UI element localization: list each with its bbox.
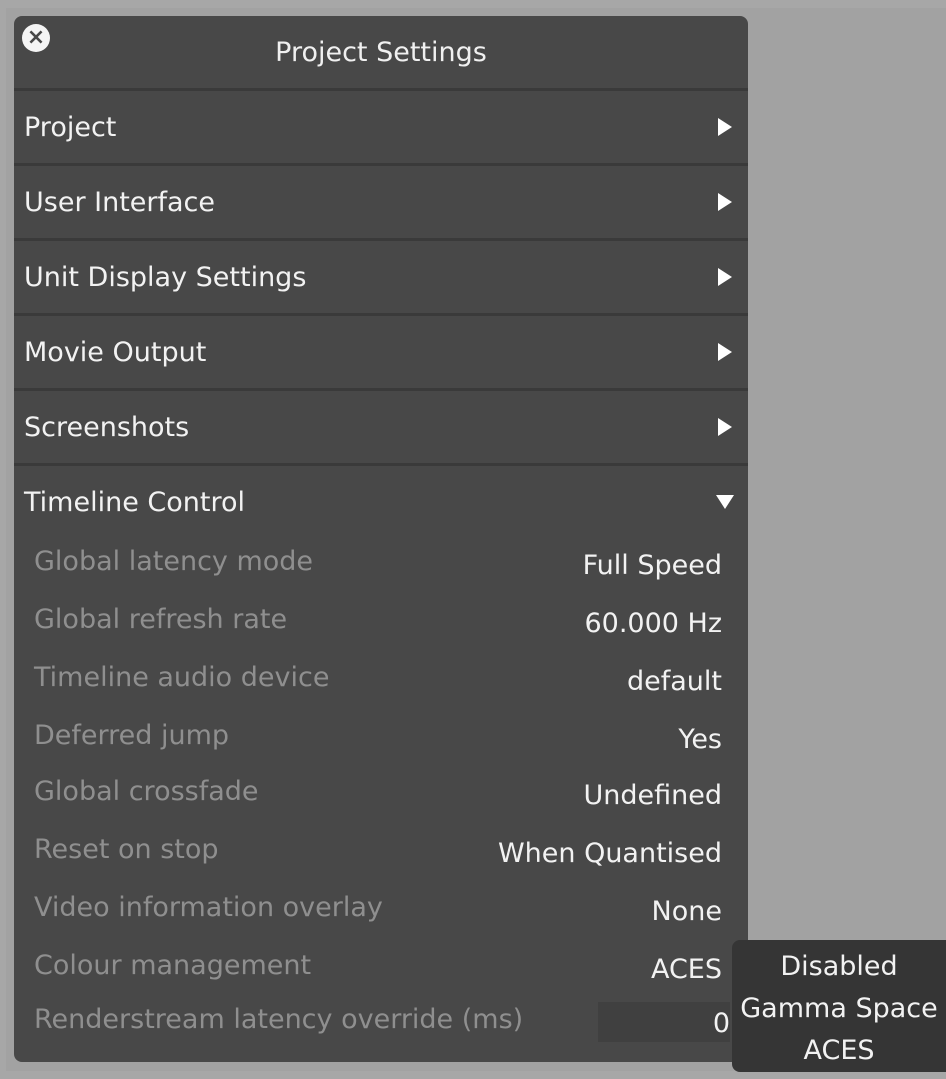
section-user-interface[interactable]: User Interface (14, 163, 748, 238)
panel-title: Project Settings (275, 36, 487, 68)
collapse-arrow-icon (716, 495, 734, 509)
setting-row-reset-on-stop: Reset on stop When Quantised (14, 826, 748, 884)
setting-label: Timeline audio device (34, 662, 330, 693)
setting-row-global-refresh-rate: Global refresh rate 60.000 Hz (14, 596, 748, 654)
close-icon[interactable]: × (22, 24, 50, 52)
expand-arrow-icon (718, 343, 732, 361)
dropdown-option-disabled[interactable]: Disabled (780, 946, 897, 988)
setting-row-renderstream-latency-override: Renderstream latency override (ms) 0 (14, 1000, 748, 1058)
expand-arrow-icon (718, 118, 732, 136)
setting-label: Global latency mode (34, 546, 314, 577)
section-timeline-control[interactable]: Timeline Control (14, 463, 748, 538)
setting-value-dropdown[interactable]: Yes (678, 724, 722, 755)
section-label: Movie Output (24, 336, 207, 368)
setting-row-timeline-audio-device: Timeline audio device default (14, 654, 748, 712)
setting-row-colour-management: Colour management ACES (14, 942, 748, 1000)
section-project[interactable]: Project (14, 88, 748, 163)
setting-row-global-latency-mode: Global latency mode Full Speed (14, 538, 748, 596)
setting-value-dropdown[interactable]: Full Speed (583, 550, 722, 581)
expand-arrow-icon (718, 193, 732, 211)
setting-label: Video information overlay (34, 892, 383, 923)
setting-value-dropdown[interactable]: Undefined (584, 780, 723, 811)
setting-label: Reset on stop (34, 834, 219, 865)
setting-label: Colour management (34, 950, 312, 981)
section-label: Timeline Control (24, 486, 245, 518)
section-label: User Interface (24, 186, 216, 218)
setting-value-dropdown[interactable]: When Quantised (498, 838, 722, 869)
project-settings-panel: × Project Settings Project User Interfac… (14, 16, 748, 1062)
setting-value-dropdown[interactable]: default (627, 666, 722, 697)
section-label: Screenshots (24, 411, 190, 443)
dropdown-option-gamma-space[interactable]: Gamma Space (740, 988, 937, 1030)
section-label: Project (24, 111, 117, 143)
colour-management-dropdown-menu: Disabled Gamma Space ACES (732, 940, 946, 1072)
setting-value-dropdown[interactable]: ACES (651, 954, 722, 985)
section-unit-display-settings[interactable]: Unit Display Settings (14, 238, 748, 313)
latency-override-value: 0 (712, 1008, 730, 1039)
latency-override-input[interactable]: 0 (598, 1002, 730, 1042)
title-bar: × Project Settings (14, 16, 748, 88)
timeline-control-settings: Global latency mode Full Speed Global re… (14, 538, 748, 1058)
setting-row-video-information-overlay: Video information overlay None (14, 884, 748, 942)
setting-label: Global refresh rate (34, 604, 288, 635)
setting-row-global-crossfade: Global crossfade Undefined (14, 768, 748, 826)
setting-label: Deferred jump (34, 720, 230, 751)
setting-value-dropdown[interactable]: None (652, 896, 722, 927)
setting-label: Renderstream latency override (ms) (34, 1004, 524, 1035)
section-label: Unit Display Settings (24, 261, 307, 293)
section-movie-output[interactable]: Movie Output (14, 313, 748, 388)
section-screenshots[interactable]: Screenshots (14, 388, 748, 463)
expand-arrow-icon (718, 268, 732, 286)
expand-arrow-icon (718, 418, 732, 436)
setting-value-dropdown[interactable]: 60.000 Hz (584, 608, 722, 639)
dropdown-option-aces[interactable]: ACES (803, 1030, 874, 1072)
setting-row-deferred-jump: Deferred jump Yes (14, 712, 748, 768)
setting-label: Global crossfade (34, 776, 259, 807)
